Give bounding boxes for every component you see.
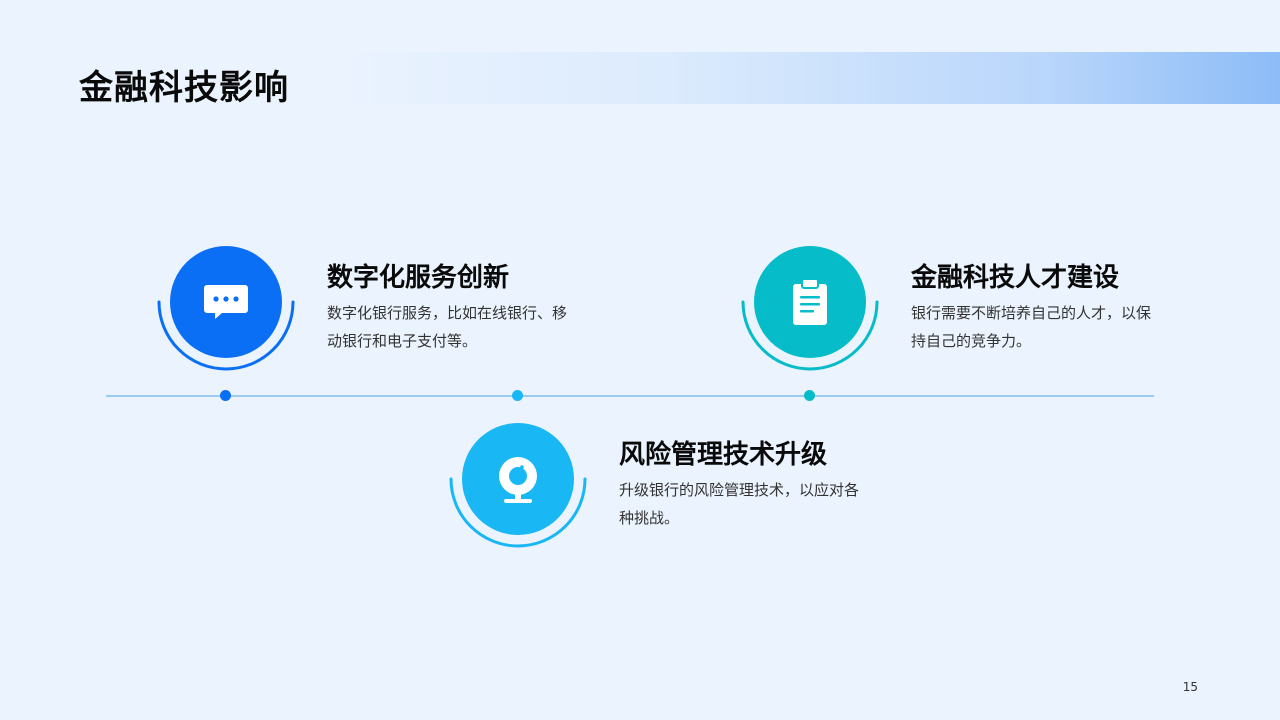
timeline-dot-2: [512, 390, 523, 401]
slide: 金融科技影响 数字化服务创新 数字化银行服务，比如在线银行、移动银行和电子支付等…: [0, 0, 1280, 720]
item-heading-2: 风险管理技术升级: [619, 440, 828, 470]
page-number: 15: [1182, 680, 1198, 694]
item-heading-1: 数字化服务创新: [327, 263, 510, 293]
item-description-3: 银行需要不断培养自己的人才，以保持自己的竞争力。: [911, 304, 1152, 350]
clipboard-icon: [793, 278, 827, 325]
title-gradient-band: [340, 52, 1280, 104]
webcam-icon: [499, 457, 537, 503]
item-heading-3: 金融科技人才建设: [911, 263, 1120, 293]
page-title: 金融科技影响: [79, 68, 289, 108]
timeline-dot-1: [220, 390, 231, 401]
chat-bubble-icon: [204, 285, 248, 319]
timeline-dot-3: [804, 390, 815, 401]
item-description-1: 数字化银行服务，比如在线银行、移动银行和电子支付等。: [327, 304, 568, 350]
item-description-2: 升级银行的风险管理技术，以应对各种挑战。: [619, 481, 860, 527]
timeline-line: [106, 395, 1154, 397]
